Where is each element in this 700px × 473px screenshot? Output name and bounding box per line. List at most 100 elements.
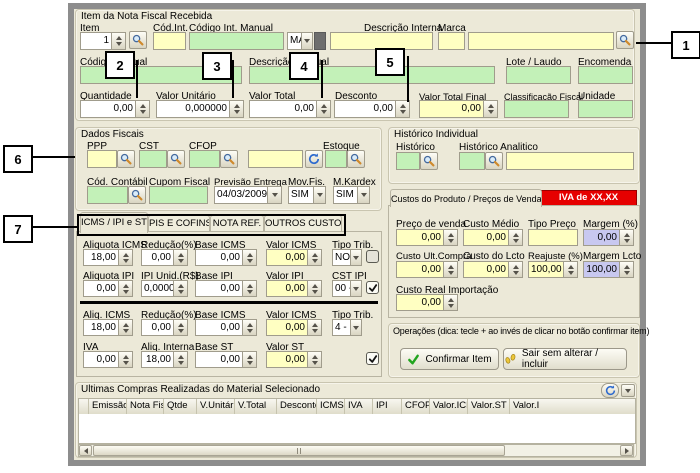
margem-field[interactable]: 0,00 [583,229,634,246]
scroll-left-button[interactable] [79,445,92,456]
cst-field[interactable] [139,150,167,168]
unidade-field[interactable] [578,100,633,118]
descricao-manual-field[interactable] [249,66,495,84]
spinner[interactable] [307,320,321,335]
tab-icms-ipi-st[interactable]: ICMS / IPI e ST [80,212,148,233]
quantidade-field[interactable]: 0,00 [80,100,150,118]
base-icms1-field[interactable]: 0,00 [195,249,257,266]
classificacao-fiscal-field[interactable] [504,100,569,118]
mov-fis-dropdown[interactable]: SIM [288,186,326,204]
cfop-refresh-button[interactable] [305,150,323,168]
cod-contabil-search-button[interactable] [128,186,146,204]
margem-lcto-spinner[interactable] [619,262,633,277]
column-header[interactable]: V.Total [235,399,277,415]
column-header[interactable]: ICMS [317,399,345,415]
spinner[interactable] [242,352,256,367]
lote-laudo-field[interactable] [506,66,571,84]
valor-icms1-field[interactable]: 0,00 [266,249,322,266]
ppp-search-button[interactable] [117,150,135,168]
historico-field[interactable] [396,152,420,170]
base-st-field[interactable]: 0,00 [195,351,257,368]
codigo-int-manual-field[interactable] [189,32,284,50]
valor-total-field[interactable]: 0,00 [249,100,331,118]
preco-venda-spinner[interactable] [443,230,457,245]
spinner[interactable] [242,281,256,296]
marca-code-field[interactable] [438,32,465,50]
tab-custos-produto[interactable]: Custos do Produto / Preços de Venda [390,189,542,207]
ipi-unid-field[interactable]: 0,0000 [141,280,188,297]
estoque-field[interactable] [325,150,347,168]
historico-search-button[interactable] [420,152,438,170]
margem-lcto-field[interactable]: 100,00 [583,261,634,278]
m-kardex-dropdown[interactable]: SIM [333,186,370,204]
aliquota-ipi-field[interactable]: 0,00 [83,280,133,297]
column-header[interactable]: Nota Fisc. [127,399,164,415]
dropdown-button[interactable] [357,187,369,203]
horizontal-scrollbar[interactable] [78,444,634,457]
historico-analitico-field[interactable] [459,152,485,170]
custo-real-spinner[interactable] [443,295,457,310]
dropdown-button[interactable] [267,187,281,203]
spinner[interactable] [173,320,187,335]
cst-search-button[interactable] [167,150,185,168]
estoque-search-button[interactable] [347,150,365,168]
dropdown-button[interactable] [350,281,361,296]
spinner[interactable] [118,250,132,265]
column-header[interactable]: Valor.ST [468,399,510,415]
marca-search-button[interactable] [616,31,634,49]
cfop-descricao-field[interactable] [248,150,303,168]
reducao2-field[interactable]: 0,00 [141,319,188,336]
column-header[interactable]: Qtde [164,399,197,415]
column-header[interactable]: Desconto [277,399,317,415]
historico-descricao-field[interactable] [506,152,634,170]
custo-ult-compra-field[interactable]: 0,00 [396,261,458,278]
column-header[interactable]: IPI [373,399,402,415]
column-header[interactable]: IVA [345,399,373,415]
encomenda-field[interactable] [578,66,633,84]
cod-contabil-field[interactable] [87,186,128,204]
dropdown-button[interactable] [350,250,361,265]
column-header[interactable]: Valor.I [510,399,635,415]
valor-unitario-field[interactable]: 0,000000 [156,100,244,118]
reducao1-field[interactable]: 0,00 [141,249,188,266]
scrollbar-thumb[interactable] [93,445,505,456]
tipo-preco-field[interactable] [528,229,578,246]
historico-analitico-search-button[interactable] [485,152,503,170]
custo-medio-spinner[interactable] [508,230,522,245]
custo-lcto-spinner[interactable] [508,262,522,277]
st-checkbox[interactable] [366,352,379,365]
marca-field[interactable] [468,32,614,50]
column-header[interactable]: V.Unitário [197,399,235,415]
tipo-trib2-dropdown[interactable]: 4 - [332,319,362,336]
base-icms2-field[interactable]: 0,00 [195,319,257,336]
spinner[interactable] [118,352,132,367]
dropdown-button[interactable] [313,187,325,203]
valor-total-spinner[interactable] [316,101,330,117]
cupom-fiscal-field[interactable] [149,186,208,204]
margem-spinner[interactable] [619,230,633,245]
valor-unitario-spinner[interactable] [229,101,243,117]
column-header[interactable] [79,399,89,415]
tipo-trib1-dropdown[interactable]: NOR [332,249,362,266]
scroll-right-button[interactable] [620,445,633,456]
tipo-trib-checkbox[interactable] [366,250,379,263]
spinner[interactable] [118,320,132,335]
desconto-field[interactable]: 0,00 [334,100,410,118]
quantidade-spinner[interactable] [135,101,149,117]
custo-ult-compra-spinner[interactable] [443,262,457,277]
spinner[interactable] [307,352,321,367]
custo-lcto-field[interactable]: 0,00 [463,261,523,278]
item-field[interactable]: 1 [80,32,126,50]
spinner[interactable] [242,250,256,265]
spinner[interactable] [307,281,321,296]
custo-real-field[interactable]: 0,00 [396,294,458,311]
valor-total-final-spinner[interactable] [483,101,497,117]
reajuste-spinner[interactable] [563,262,577,277]
ppp-field[interactable] [87,150,117,168]
aliquota-icms-field[interactable]: 18,00 [83,249,133,266]
spinner[interactable] [118,281,132,296]
cst-ipi-dropdown[interactable]: 00 - [332,280,362,297]
ma-dropdown[interactable]: MA [287,32,313,50]
valor-icms2-field[interactable]: 0,00 [266,319,322,336]
cod-int-field[interactable] [153,32,186,50]
